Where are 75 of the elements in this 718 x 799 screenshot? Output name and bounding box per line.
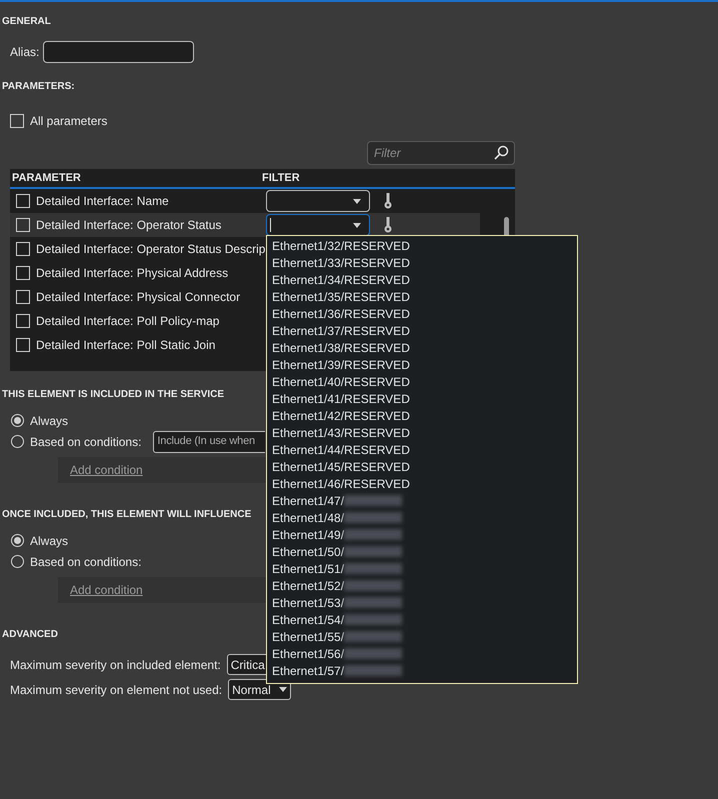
radio-label: Based on conditions:: [30, 434, 142, 450]
parameter-name: Detailed Interface: Name: [36, 193, 169, 210]
dropdown-item[interactable]: Ethernet1/50/: [272, 542, 344, 560]
checkbox[interactable]: [16, 218, 30, 232]
dropdown-item[interactable]: Ethernet1/55/: [272, 628, 344, 646]
checkbox[interactable]: [16, 266, 30, 280]
section-heading: THIS ELEMENT IS INCLUDED IN THE SERVICE: [1, 388, 226, 402]
parameter-name: Detailed Interface: Poll Static Join: [36, 337, 216, 354]
radio-label: Always: [30, 532, 68, 550]
add-condition-link[interactable]: Add condition: [70, 581, 143, 599]
filter-combobox[interactable]: [266, 214, 370, 236]
checkbox[interactable]: [10, 114, 24, 128]
caret-icon: [353, 222, 361, 228]
dropdown-item[interactable]: Ethernet1/41/RESERVED: [272, 390, 410, 408]
text-cursor: [270, 218, 271, 232]
column-header: FILTER: [262, 170, 300, 186]
field-label: Alias:: [10, 44, 40, 61]
checkbox[interactable]: [16, 314, 30, 328]
severity-dropdown[interactable]: Normal: [228, 679, 291, 700]
alias-input[interactable]: [43, 41, 194, 63]
dropdown-item[interactable]: Ethernet1/37/RESERVED: [272, 322, 410, 340]
radio-button[interactable]: [11, 555, 24, 568]
dropdown-item[interactable]: Ethernet1/51/: [272, 560, 344, 578]
dropdown-item[interactable]: Ethernet1/54/: [272, 610, 344, 628]
field-label: Maximum severity on element not used:: [10, 682, 222, 698]
dropdown-item[interactable]: Ethernet1/42/RESERVED: [272, 406, 410, 424]
column-header: PARAMETER: [11, 170, 82, 186]
dropdown-item[interactable]: Ethernet1/32/RESERVED: [272, 236, 410, 254]
parameter-name: Detailed Interface: Operator Status: [36, 217, 222, 234]
dropdown-item[interactable]: Ethernet1/36/RESERVED: [272, 304, 410, 322]
condition-field[interactable]: Include (In use when: [153, 430, 266, 452]
dropdown-item[interactable]: Ethernet1/46/RESERVED: [272, 474, 410, 492]
dropdown-item[interactable]: Ethernet1/33/RESERVED: [272, 254, 410, 272]
dropdown-item[interactable]: Ethernet1/38/RESERVED: [272, 338, 410, 356]
checkbox[interactable]: [16, 194, 30, 208]
add-condition-link[interactable]: Add condition: [70, 461, 143, 479]
search-icon[interactable]: [493, 145, 509, 161]
section-heading: PARAMETERS:: [1, 80, 76, 94]
dropdown-item[interactable]: Ethernet1/49/: [272, 526, 344, 544]
thermometer-icon[interactable]: [383, 217, 393, 233]
section-heading: ADVANCED: [1, 628, 59, 642]
dropdown-item[interactable]: Ethernet1/34/RESERVED: [272, 270, 410, 288]
checkbox[interactable]: [16, 242, 30, 256]
checkbox-label: All parameters: [30, 113, 108, 130]
radio-button[interactable]: [11, 414, 24, 427]
dropdown-item[interactable]: Ethernet1/44/RESERVED: [272, 440, 410, 458]
radio-label: Always: [30, 412, 68, 430]
table-row[interactable]: Detailed Interface: Operator Status: [10, 213, 480, 237]
filter-combobox[interactable]: [266, 190, 370, 212]
dropdown-item[interactable]: Ethernet1/40/RESERVED: [272, 372, 410, 390]
radio-button[interactable]: [11, 435, 24, 448]
dropdown-item[interactable]: Ethernet1/43/RESERVED: [272, 424, 410, 442]
section-heading: ONCE INCLUDED, THIS ELEMENT WILL INFLUENCE: [1, 508, 252, 522]
dropdown-item[interactable]: Ethernet1/52/: [272, 576, 344, 594]
checkbox[interactable]: [16, 338, 30, 352]
dropdown-item[interactable]: Ethernet1/45/RESERVED: [272, 458, 410, 476]
dropdown-item[interactable]: Ethernet1/39/RESERVED: [272, 356, 410, 374]
radio-label: Based on conditions:: [30, 554, 142, 570]
dropdown-item[interactable]: Ethernet1/48/: [272, 508, 344, 526]
section-heading: GENERAL: [1, 15, 52, 29]
parameter-name: Detailed Interface: Poll Policy-map: [36, 313, 220, 330]
caret-icon: [278, 687, 287, 692]
parameter-name: Detailed Interface: Physical Address: [36, 265, 228, 282]
thermometer-icon[interactable]: [383, 193, 393, 209]
dropdown-item[interactable]: Ethernet1/53/: [272, 594, 344, 612]
caret-icon: [353, 198, 361, 204]
dropdown-item[interactable]: Ethernet1/35/RESERVED: [272, 288, 410, 306]
parameter-name: Detailed Interface: Operator Status Descrip: [36, 241, 266, 258]
checkbox[interactable]: [16, 290, 30, 304]
table-row[interactable]: Detailed Interface: Name: [10, 189, 480, 213]
field-label: Maximum severity on included element:: [10, 656, 221, 674]
radio-button[interactable]: [11, 534, 24, 547]
dropdown-item[interactable]: Ethernet1/47/: [272, 492, 344, 510]
filter-field[interactable]: Filter: [367, 141, 515, 165]
parameter-name: Detailed Interface: Physical Connector: [36, 289, 240, 306]
